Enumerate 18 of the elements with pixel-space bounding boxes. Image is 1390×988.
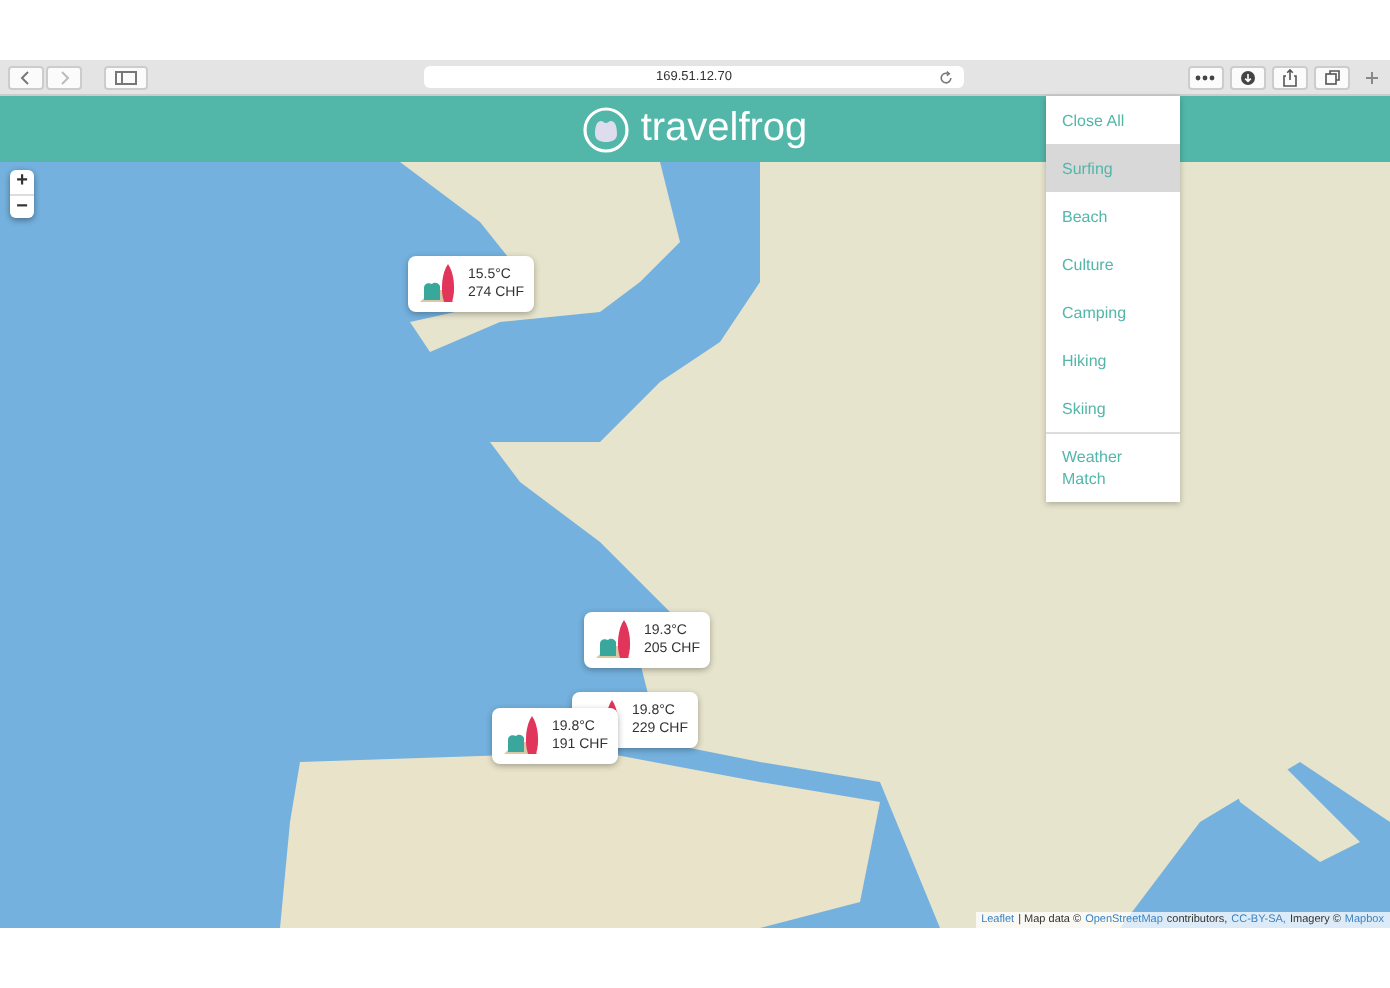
app-title: travelfrog [640, 106, 808, 152]
download-icon[interactable] [1230, 65, 1266, 89]
menu-item[interactable]: Hiking [1046, 336, 1180, 384]
menu-item[interactable]: Skiing [1046, 384, 1180, 432]
menu-item[interactable]: Culture [1046, 240, 1180, 288]
more-icon[interactable] [1188, 65, 1224, 89]
share-icon[interactable] [1272, 65, 1308, 89]
zoom-out-button[interactable]: − [10, 194, 34, 218]
menu-item[interactable]: Beach [1046, 192, 1180, 240]
menu-item[interactable]: Close All [1046, 96, 1180, 144]
back-icon[interactable] [8, 65, 44, 89]
reload-icon[interactable] [938, 69, 954, 85]
zoom-in-button[interactable]: + [10, 170, 34, 194]
plus-icon[interactable] [1362, 67, 1382, 87]
menu-item[interactable]: Camping [1046, 288, 1180, 336]
menu-item[interactable]: Weather Match [1046, 432, 1180, 502]
tabs-icon[interactable] [1314, 65, 1350, 89]
sidebar-icon[interactable] [104, 65, 148, 89]
